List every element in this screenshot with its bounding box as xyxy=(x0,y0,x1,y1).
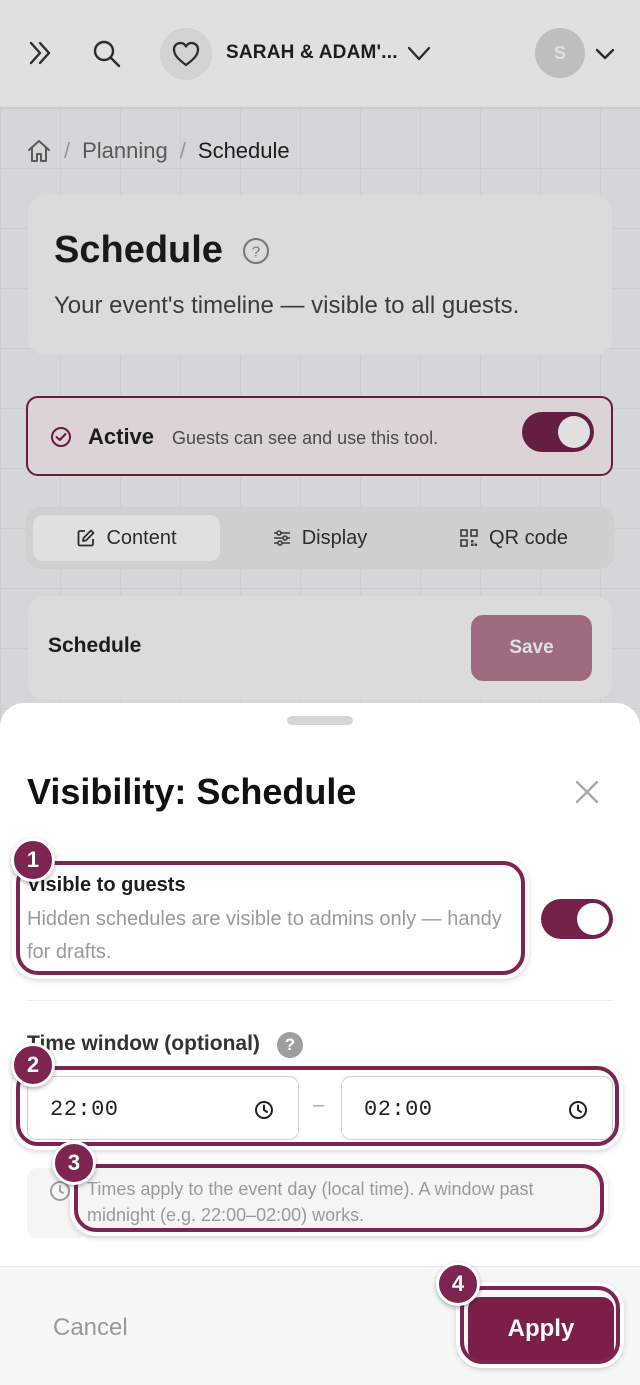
annotation-highlight-time-window xyxy=(16,1066,619,1146)
time-window-help-icon[interactable]: ? xyxy=(277,1032,303,1058)
visible-to-guests-toggle[interactable] xyxy=(541,899,613,939)
annotation-badge-1: 1 xyxy=(11,838,55,882)
annotation-badge-3: 3 xyxy=(52,1141,96,1185)
sheet-drag-handle[interactable] xyxy=(287,716,353,725)
toggle-knob xyxy=(577,903,609,935)
close-icon[interactable] xyxy=(568,773,606,811)
annotation-badge-4: 4 xyxy=(436,1262,480,1306)
cancel-button[interactable]: Cancel xyxy=(53,1314,128,1342)
annotation-highlight-visibility xyxy=(16,861,525,975)
annotation-highlight-apply xyxy=(460,1286,620,1364)
visibility-sheet: Visibility: Schedule Visible to guests H… xyxy=(0,703,640,1385)
annotation-highlight-note xyxy=(74,1164,604,1232)
annotation-badge-2: 2 xyxy=(11,1043,55,1087)
sheet-title: Visibility: Schedule xyxy=(27,771,357,812)
divider xyxy=(27,1000,613,1001)
time-window-label: Time window (optional) xyxy=(27,1032,260,1055)
